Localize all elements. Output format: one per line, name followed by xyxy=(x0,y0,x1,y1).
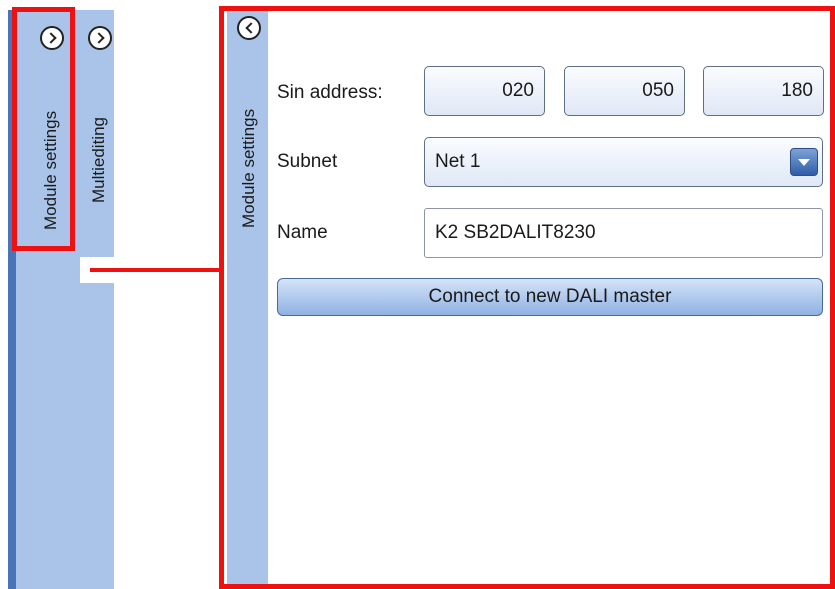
sin-address-label: Sin address: xyxy=(277,82,383,103)
tab-label-module-settings: Module settings xyxy=(239,108,258,228)
expand-module-settings-button[interactable] xyxy=(40,26,64,50)
sin-address-field-2[interactable] xyxy=(564,66,685,116)
collapse-module-settings-button[interactable] xyxy=(237,16,261,40)
dropdown-arrow-button[interactable] xyxy=(790,148,818,176)
tab-multiediting[interactable]: Multiediting xyxy=(80,10,120,250)
chevron-right-icon xyxy=(92,32,105,44)
chevron-down-icon xyxy=(798,158,810,166)
chevron-left-icon xyxy=(244,22,257,34)
collapsed-side-panel: Module settings Multiediting xyxy=(8,10,114,589)
connect-dali-master-button[interactable]: Connect to new DALI master xyxy=(277,278,823,316)
tab-module-settings-collapsed[interactable]: Module settings xyxy=(20,10,80,250)
sin-address-field-3[interactable] xyxy=(703,66,824,116)
chevron-right-icon xyxy=(44,32,57,44)
strip-edge xyxy=(8,10,16,589)
subnet-dropdown[interactable]: Net 1 xyxy=(424,137,823,187)
subnet-label: Subnet xyxy=(277,151,338,172)
subnet-selected-value: Net 1 xyxy=(435,151,481,172)
sin-address-field-1[interactable] xyxy=(424,66,545,116)
tab-label-module-settings: Module settings xyxy=(41,110,60,230)
tab-module-settings-expanded[interactable]: Module settings xyxy=(227,6,268,589)
arrow-line xyxy=(90,268,230,272)
name-label: Name xyxy=(277,222,328,243)
expand-multiediting-button[interactable] xyxy=(88,26,112,50)
name-field[interactable] xyxy=(424,208,823,258)
tab-label-multiediting: Multiediting xyxy=(89,117,108,203)
